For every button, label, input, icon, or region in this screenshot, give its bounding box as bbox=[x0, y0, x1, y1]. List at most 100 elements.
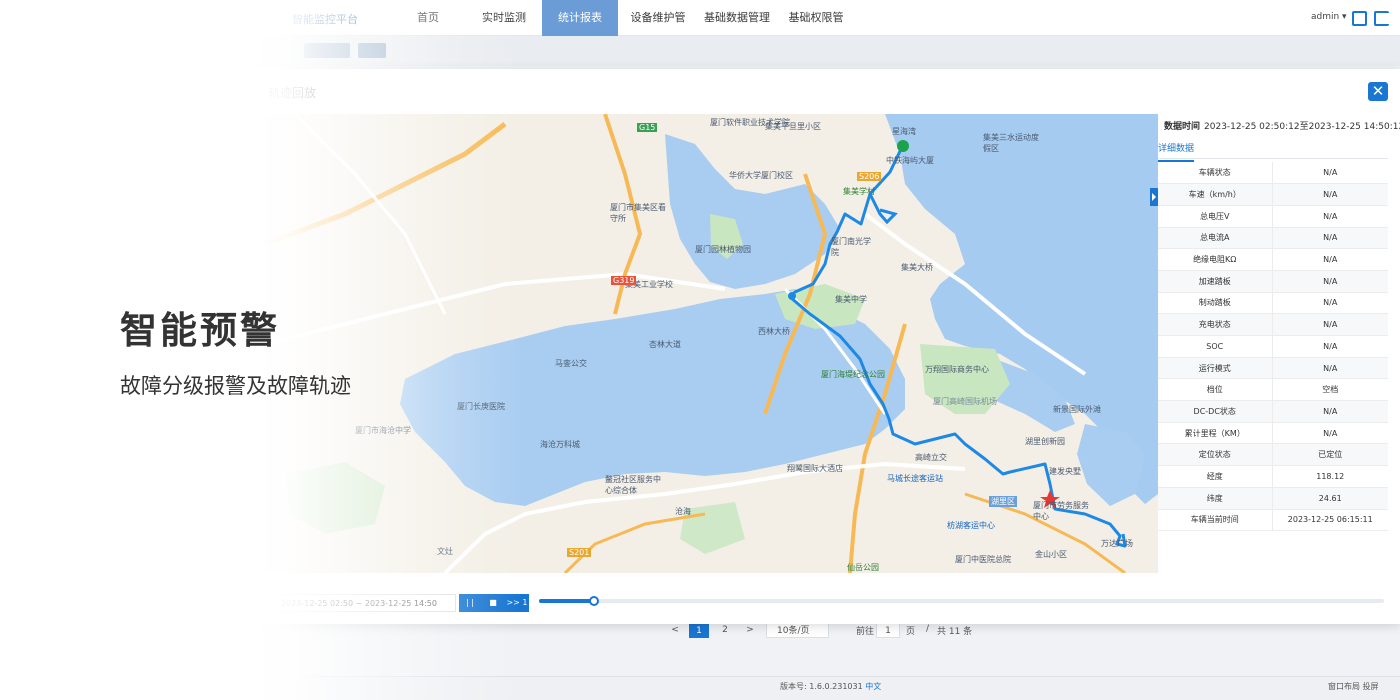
table-row: 车辆当前时间 2023-12-25 06:15:11 bbox=[1158, 509, 1388, 532]
pause-button[interactable]: | | bbox=[459, 594, 481, 612]
nav-reports[interactable]: 统计报表 bbox=[542, 0, 618, 36]
pager-prev[interactable]: < bbox=[665, 622, 685, 638]
detail-value: N/A bbox=[1272, 292, 1388, 315]
map-label: 厦门中医院总院 bbox=[955, 555, 1011, 564]
table-row: 制动踏板 N/A bbox=[1158, 292, 1388, 315]
detail-key: 累计里程（KM） bbox=[1158, 422, 1273, 445]
map-label: 马城长途客运站 bbox=[887, 474, 943, 483]
table-row: 累计里程（KM） N/A bbox=[1158, 422, 1388, 445]
map-view[interactable]: 厦门软件职业技术学院 集美平旦里小区 厦门市集美区看守所 星海湾 中铁海屿大厦 … bbox=[265, 114, 1158, 573]
nav-realtime[interactable]: 实时监测 bbox=[472, 0, 536, 36]
page-size-select[interactable]: 10条/页 bbox=[766, 622, 829, 638]
progress-handle[interactable] bbox=[588, 596, 599, 606]
pager-goto-prefix: 前往 bbox=[856, 627, 875, 637]
map-label: 沧海 bbox=[675, 507, 691, 516]
logout-icon[interactable] bbox=[1374, 11, 1389, 26]
detail-value: N/A bbox=[1272, 183, 1388, 206]
map-label: 厦门市劳务服务中心 bbox=[1033, 501, 1089, 521]
filter-bar bbox=[0, 36, 1400, 66]
time-range-display[interactable]: 2023-12-25 02:50 ~ 2023-12-25 14:50 bbox=[266, 594, 456, 612]
filter-chip[interactable] bbox=[358, 43, 386, 58]
table-row: 总电压V N/A bbox=[1158, 205, 1388, 228]
filter-chip[interactable] bbox=[304, 43, 350, 58]
pager-page-2[interactable]: 2 bbox=[715, 622, 735, 638]
detail-value: 24.61 bbox=[1272, 487, 1388, 510]
map-label: 厦门市海沧中学 bbox=[355, 426, 411, 435]
nav-device-maintenance[interactable]: 设备维护管理 bbox=[626, 0, 690, 60]
footer-bar bbox=[0, 676, 1400, 700]
nav-base-data[interactable]: 基础数据管理 bbox=[704, 0, 770, 36]
map-label: 杏林大道 bbox=[649, 340, 681, 349]
detail-value: N/A bbox=[1272, 422, 1388, 445]
map-label: 文灶 bbox=[437, 547, 453, 556]
detail-key: 定位状态 bbox=[1158, 443, 1273, 467]
map-label: 高崎立交 bbox=[915, 453, 947, 462]
map-label: 集美中学 bbox=[835, 295, 867, 304]
table-row: 纬度 24.61 bbox=[1158, 487, 1388, 510]
map-label: 厦门长庚医院 bbox=[457, 402, 505, 411]
top-navbar: 智能监控平台 首页 实时监测 统计报表 设备维护管理 基础数据管理 基础权限管理… bbox=[0, 0, 1400, 60]
stop-button[interactable]: ■ bbox=[483, 594, 503, 612]
detail-key: 绝缘电阻KΩ bbox=[1158, 248, 1273, 271]
table-row: 总电流A N/A bbox=[1158, 227, 1388, 250]
table-row: SOC N/A bbox=[1158, 335, 1388, 358]
table-row: 定位状态 已定位 bbox=[1158, 443, 1388, 467]
map-labels-layer: 厦门软件职业技术学院 集美平旦里小区 厦门市集美区看守所 星海湾 中铁海屿大厦 … bbox=[265, 114, 1158, 573]
pager-goto-suffix: 页 bbox=[906, 627, 916, 637]
detail-key: 车辆状态 bbox=[1158, 162, 1273, 185]
playback-progress[interactable] bbox=[539, 596, 1384, 606]
detail-key: 总电流A bbox=[1158, 227, 1273, 250]
close-button[interactable]: ✕ bbox=[1368, 82, 1388, 101]
map-label: 枋湖客运中心 bbox=[947, 521, 995, 530]
table-row: 充电状态 N/A bbox=[1158, 313, 1388, 336]
map-label: 星海湾 bbox=[892, 127, 916, 136]
user-menu[interactable]: admin ▾ bbox=[1311, 12, 1347, 22]
detail-key: 充电状态 bbox=[1158, 313, 1273, 336]
map-label: 西林大桥 bbox=[758, 327, 790, 336]
map-label: 马銮公交 bbox=[555, 359, 587, 368]
detail-value: N/A bbox=[1272, 313, 1388, 336]
table-row: 档位 空档 bbox=[1158, 378, 1388, 402]
data-time-label: 数据时间 bbox=[1164, 122, 1201, 132]
map-label: 万达广场 bbox=[1101, 539, 1133, 548]
detail-table: 车辆状态 N/A 车速（km/h） N/A 总电压V N/A 总电流A N/A 绝缘电阻… bbox=[1158, 162, 1388, 532]
detail-value: 118.12 bbox=[1272, 465, 1388, 488]
pager-goto-input[interactable]: 1 bbox=[876, 622, 900, 638]
table-row: 车速（km/h） N/A bbox=[1158, 183, 1388, 206]
progress-fill bbox=[539, 599, 594, 603]
pager-next[interactable]: > bbox=[740, 622, 760, 638]
map-label: 集美三水运动度假区 bbox=[983, 133, 1039, 153]
detail-value: 2023-12-25 06:15:11 bbox=[1272, 509, 1388, 532]
detail-value: N/A bbox=[1272, 357, 1388, 380]
table-row: 经度 118.12 bbox=[1158, 465, 1388, 488]
footer-tools[interactable]: 窗口布局 投屏 bbox=[1328, 681, 1379, 692]
detail-value: N/A bbox=[1272, 270, 1388, 293]
language-switch[interactable]: 中文 bbox=[865, 682, 881, 691]
table-row: 绝缘电阻KΩ N/A bbox=[1158, 248, 1388, 271]
map-label: 集美大桥 bbox=[901, 263, 933, 272]
detail-key: 加速踏板 bbox=[1158, 270, 1273, 293]
detail-key: 车速（km/h） bbox=[1158, 183, 1273, 206]
promo-headline: 智能预警 bbox=[120, 309, 280, 352]
detail-value: 已定位 bbox=[1272, 443, 1388, 467]
pager-total: 共 11 条 bbox=[937, 627, 973, 637]
detail-value: N/A bbox=[1272, 205, 1388, 228]
map-label: G319 bbox=[611, 276, 637, 285]
modal-title: 轨迹回放 bbox=[268, 86, 317, 100]
map-label: 湖里创新园 bbox=[1025, 437, 1065, 446]
map-label: 新景国际外滩 bbox=[1053, 405, 1101, 414]
map-label: S206 bbox=[857, 172, 882, 181]
table-row: 车辆状态 N/A bbox=[1158, 162, 1388, 185]
version-label: 版本号: 1.6.0.231031 bbox=[780, 682, 863, 691]
pager-page-1[interactable]: 1 bbox=[689, 622, 709, 638]
detail-key: SOC bbox=[1158, 335, 1273, 358]
nav-permissions[interactable]: 基础权限管理 bbox=[784, 0, 848, 60]
map-label: 厦门园林植物园 bbox=[695, 245, 751, 254]
nav-home[interactable]: 首页 bbox=[398, 0, 458, 36]
map-label: 金山小区 bbox=[1035, 550, 1067, 559]
lock-icon[interactable] bbox=[1352, 11, 1367, 26]
map-label: 厦门市集美区看守所 bbox=[610, 203, 666, 223]
speed-button[interactable]: >> 1 bbox=[505, 594, 529, 612]
pager-separator: / bbox=[926, 624, 930, 634]
map-label: 仙岳公园 bbox=[847, 563, 879, 572]
